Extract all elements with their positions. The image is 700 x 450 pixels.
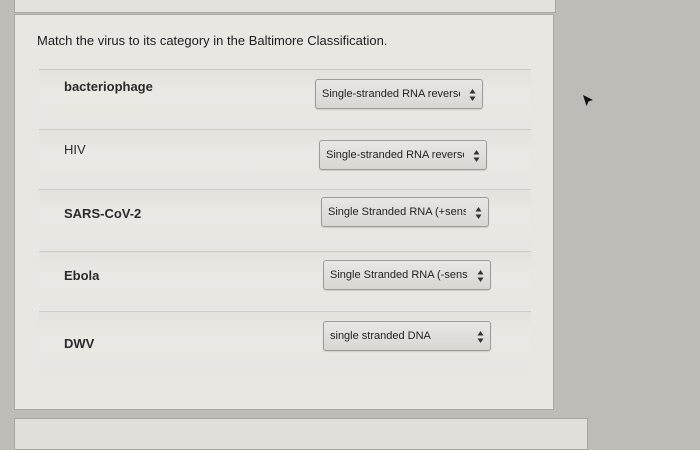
match-row-4: Ebola Single Stranded RNA (-sense s (39, 251, 531, 312)
virus-label: Ebola (64, 268, 100, 283)
previous-question-card (14, 0, 556, 13)
updown-arrows-icon (477, 270, 484, 282)
question-text: Match the virus to its category in the B… (37, 33, 388, 48)
category-select[interactable]: Single Stranded RNA (-sense s (323, 260, 491, 290)
question-card: Match the virus to its category in the B… (14, 14, 554, 410)
updown-arrows-icon (477, 331, 484, 343)
next-question-card (14, 418, 588, 450)
category-select[interactable]: single stranded DNA (323, 321, 491, 351)
updown-arrows-icon (475, 207, 482, 219)
match-row-1: bacteriophage Single-stranded RNA revers… (39, 69, 531, 130)
match-row-2: HIV Single-stranded RNA reverse t (39, 129, 531, 190)
select-value: Single-stranded RNA reverse t (322, 88, 460, 100)
virus-label: DWV (64, 336, 95, 351)
select-value: Single Stranded RNA (+sense : (328, 206, 466, 218)
category-select[interactable]: Single-stranded RNA reverse t (319, 140, 487, 170)
category-select[interactable]: Single-stranded RNA reverse t (315, 79, 483, 109)
virus-label: SARS-CoV-2 (64, 206, 142, 221)
match-row-5: DWV single stranded DNA (39, 311, 531, 372)
updown-arrows-icon (469, 89, 476, 101)
mouse-pointer-icon (583, 95, 593, 106)
select-value: Single Stranded RNA (-sense s (330, 269, 468, 281)
virus-label: bacteriophage (64, 79, 153, 94)
select-value: single stranded DNA (330, 330, 431, 342)
category-select[interactable]: Single Stranded RNA (+sense : (321, 197, 489, 227)
updown-arrows-icon (473, 150, 480, 162)
select-value: Single-stranded RNA reverse t (326, 149, 464, 161)
virus-label: HIV (64, 142, 86, 157)
match-row-3: SARS-CoV-2 Single Stranded RNA (+sense : (39, 189, 531, 250)
